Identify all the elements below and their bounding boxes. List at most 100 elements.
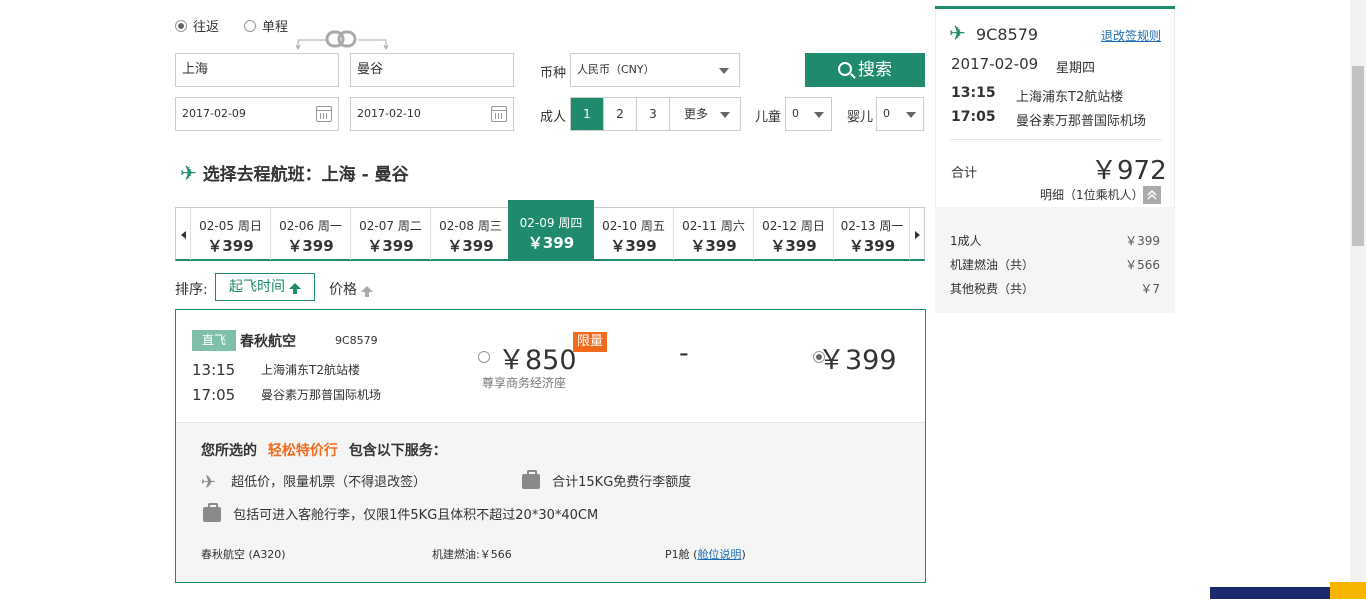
search-button[interactable]: 搜索 <box>805 53 925 87</box>
currency-select[interactable]: 人民币（CNY） <box>570 53 740 87</box>
currency-value: 人民币（CNY） <box>577 63 655 76</box>
date-tab[interactable]: 02-08 周三 ￥399 <box>431 208 511 260</box>
services-highlight: 轻松特价行 <box>267 443 338 459</box>
section-title: ✈ 选择去程航班：上海 - 曼谷 <box>180 160 409 185</box>
refund-rules-link[interactable]: 退改签规则 <box>1101 27 1161 44</box>
child-select[interactable]: 0 <box>785 97 832 131</box>
search-icon <box>838 61 852 76</box>
floating-widget[interactable] <box>1210 587 1350 599</box>
arrow-up-icon <box>289 282 301 294</box>
prev-dates-button[interactable] <box>176 208 191 260</box>
date-tab[interactable]: 02-05 周日 ￥399 <box>191 208 271 260</box>
infant-label: 婴儿 <box>847 110 874 125</box>
date-tab[interactable]: 02-10 周五 ￥399 <box>594 208 674 260</box>
trip-oneway[interactable]: 单程 <box>244 16 288 35</box>
sort-label: 排序: <box>175 282 208 298</box>
summary-total-price: ￥972 <box>1091 156 1167 186</box>
adult-count-selector[interactable]: 1 2 3 更多 <box>570 97 741 131</box>
fare-services-panel: 您所选的 轻松特价行 包含以下服务： ✈ 超低价，限量机票（不得退改签） 合计1… <box>176 422 925 582</box>
date-tab-date: 02-05 <box>199 219 235 233</box>
arrive-airport: 曼谷素万那普国际机场 <box>261 388 382 402</box>
to-city-input[interactable]: 曼谷 <box>350 53 514 87</box>
calendar-icon[interactable] <box>316 106 332 122</box>
arrow-right-icon <box>915 231 920 239</box>
oneway-label: 单程 <box>262 20 289 35</box>
child-label: 儿童 <box>755 110 782 125</box>
arrow-up-icon <box>361 285 373 297</box>
date-tab-selected[interactable]: 02-09 周四 ￥399 <box>508 200 594 261</box>
fee-item-value: ￥566 <box>1125 258 1160 272</box>
collapse-detail-button[interactable] <box>1143 186 1161 204</box>
service-text: 包括可进入客舱行李，仅限1件5KG且体积不超过20*30*40CM <box>233 508 599 523</box>
cabin-class: P1舱 <box>665 548 690 561</box>
date-tab[interactable]: 02-13 周一 ￥399 <box>834 208 910 260</box>
currency-label: 币种 <box>540 66 567 81</box>
sort-by-price-button[interactable]: 价格 <box>329 279 373 299</box>
service-item: ✈ 超低价，限量机票（不得退改签） <box>201 471 426 492</box>
next-dates-button[interactable] <box>909 208 924 260</box>
chevron-up-icon <box>1147 189 1157 200</box>
infant-select[interactable]: 0 <box>876 97 924 131</box>
date-tab-weekday: 周日 <box>800 219 825 233</box>
flight-number: 9C8579 <box>335 334 378 347</box>
date-tab[interactable]: 02-06 周一 ￥399 <box>271 208 351 260</box>
plane-icon: ✈ <box>180 161 197 185</box>
summary-top: ✈ 9C8579 退改签规则 2017-02-09 星期四 13:15 上海浦东… <box>935 9 1175 207</box>
luggage-icon <box>522 469 540 489</box>
from-city-input[interactable]: 上海 <box>175 53 339 87</box>
luggage-icon <box>203 502 221 522</box>
date-tab-weekday: 周一 <box>317 219 342 233</box>
return-date-value: 2017-02-10 <box>357 107 421 120</box>
depart-time: 13:15 <box>192 361 236 379</box>
sort-by-time-button[interactable]: 起飞时间 <box>215 273 315 301</box>
chevron-down-icon <box>719 68 729 74</box>
service-item: 合计15KG免费行李额度 <box>522 469 691 490</box>
depart-date-input[interactable]: 2017-02-09 <box>175 97 339 131</box>
date-tab-date: 02-11 <box>682 219 718 233</box>
trip-roundtrip[interactable]: 往返 <box>175 16 219 35</box>
summary-date: 2017-02-09 <box>951 55 1039 73</box>
fare-economy-price: ￥399 <box>818 345 897 376</box>
services-suffix: 包含以下服务： <box>348 443 447 459</box>
plane-icon: ✈ <box>949 21 966 45</box>
cabin-info-link[interactable]: 舱位说明 <box>697 548 741 561</box>
date-tab-price: ￥399 <box>367 237 414 255</box>
widget-logo-icon <box>1330 582 1366 599</box>
date-tab-price: ￥399 <box>287 237 334 255</box>
aircraft-info: 春秋航空 (A320) <box>201 548 286 561</box>
oneway-radio[interactable] <box>244 19 256 32</box>
date-tab-date: 02-08 <box>439 219 475 233</box>
date-tab-price: ￥399 <box>527 234 575 252</box>
airline-name: 春秋航空 <box>240 334 296 350</box>
swap-cities-icon[interactable] <box>296 28 388 50</box>
arrow-left-icon <box>181 231 186 239</box>
adult-more-label: 更多 <box>684 107 709 121</box>
adult-option-1[interactable]: 1 <box>571 98 604 130</box>
flight-card: 直飞 春秋航空 9C8579 13:15 上海浦东T2航站楼 17:05 曼谷素… <box>175 309 926 583</box>
adult-option-more[interactable]: 更多 <box>670 98 740 130</box>
direct-badge: 直飞 <box>192 330 236 351</box>
fare-business-desc: 尊享商务经济座 <box>482 376 567 390</box>
date-tab-price: ￥399 <box>848 237 896 255</box>
calendar-icon[interactable] <box>491 106 507 122</box>
roundtrip-radio[interactable] <box>175 19 187 32</box>
date-tab[interactable]: 02-11 周六 ￥399 <box>674 208 754 260</box>
adult-option-2[interactable]: 2 <box>604 98 637 130</box>
adult-option-3[interactable]: 3 <box>637 98 670 130</box>
sort-by-price-label: 价格 <box>329 282 357 298</box>
return-date-input[interactable]: 2017-02-10 <box>350 97 514 131</box>
services-prefix: 您所选的 <box>201 443 257 459</box>
date-tab[interactable]: 02-07 周二 ￥399 <box>351 208 431 260</box>
page-scrollbar-thumb[interactable] <box>1352 66 1364 246</box>
search-button-label: 搜索 <box>858 60 892 80</box>
fare-business-radio[interactable] <box>478 350 490 363</box>
cabin-paren-close: ) <box>741 548 746 561</box>
date-tab-date: 02-09 <box>519 216 555 230</box>
date-tab-date: 02-07 <box>359 219 395 233</box>
date-tab[interactable]: 02-12 周日 ￥399 <box>754 208 834 260</box>
summary-weekday: 星期四 <box>1056 61 1096 76</box>
fee-item-value: ￥7 <box>1140 282 1160 296</box>
adult-label: 成人 <box>540 110 567 125</box>
booking-summary-panel: ✈ 9C8579 退改签规则 2017-02-09 星期四 13:15 上海浦东… <box>935 6 1175 313</box>
cabin-info: P1舱 (舱位说明) <box>665 546 746 562</box>
